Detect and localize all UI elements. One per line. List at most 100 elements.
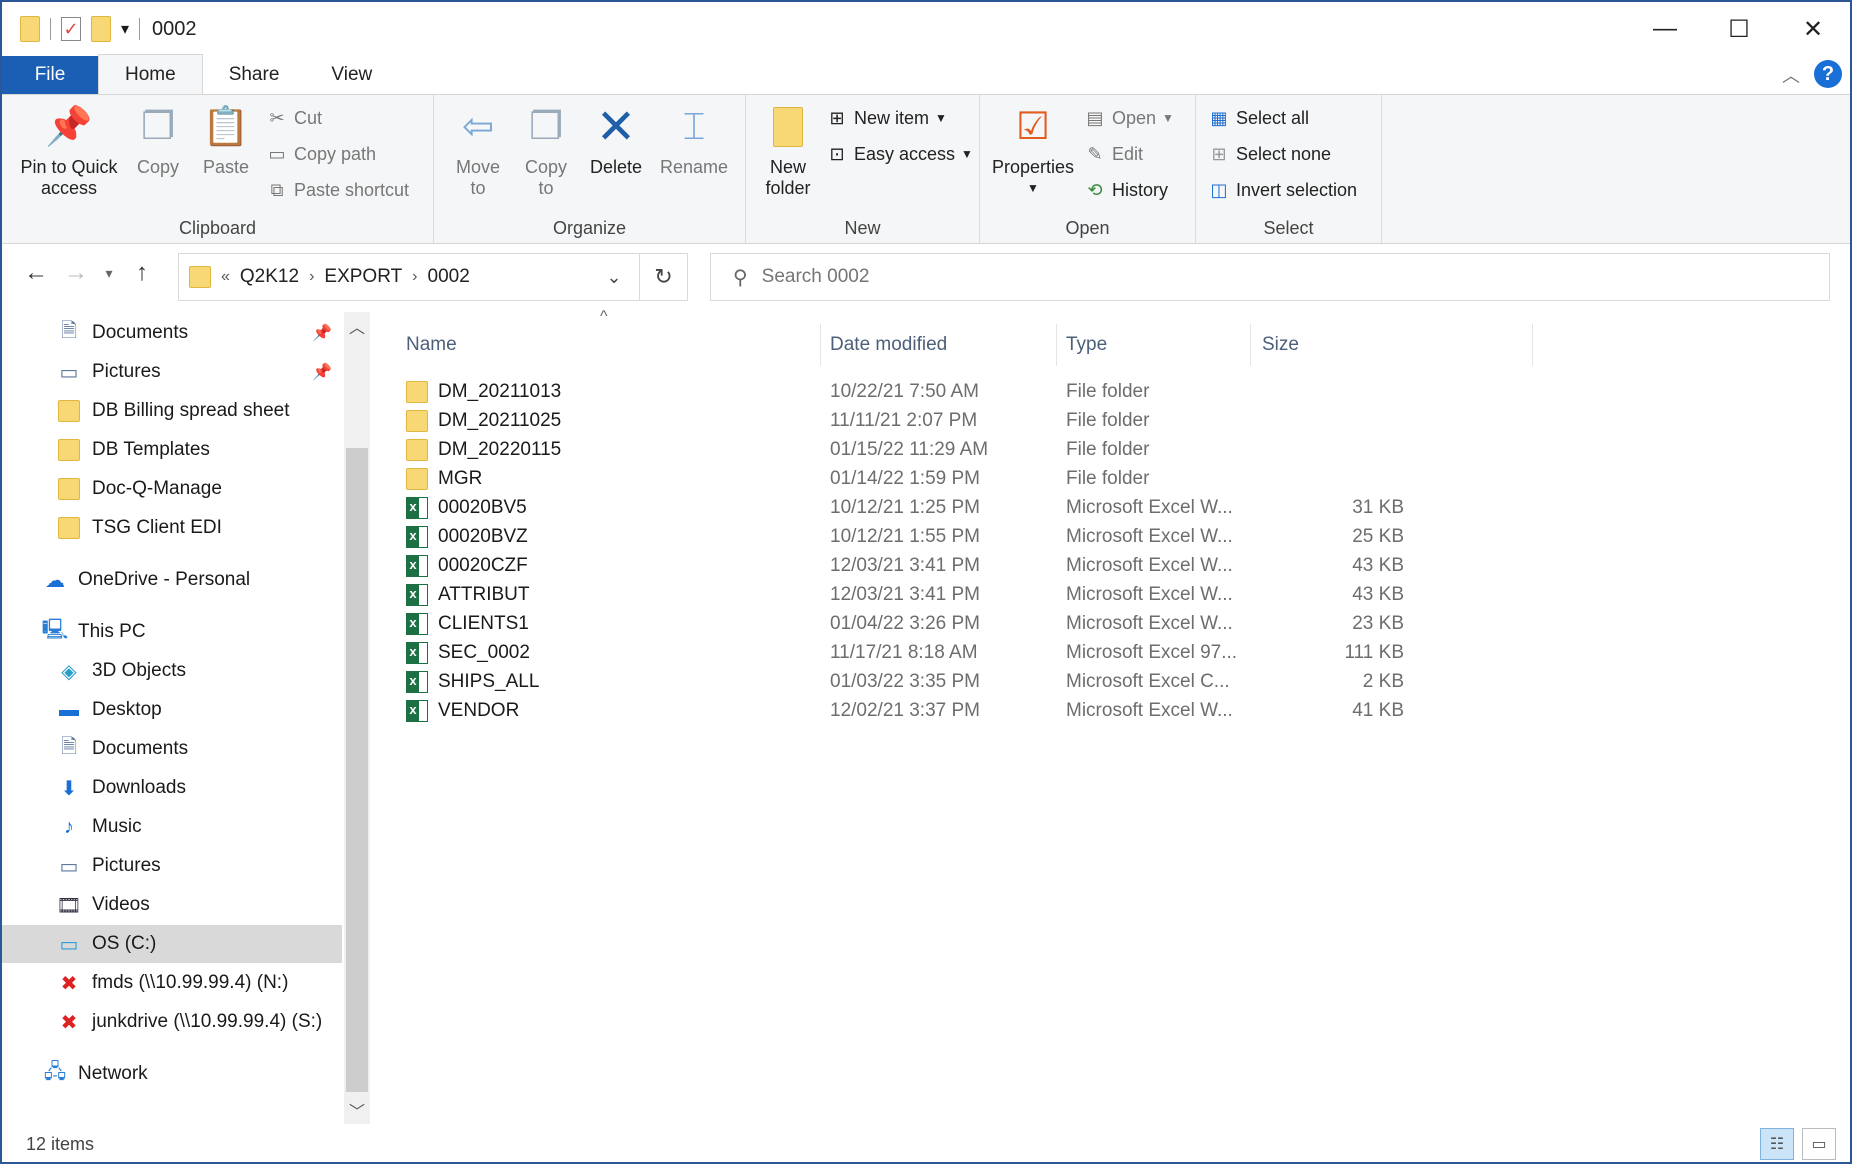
select-all-button[interactable]: ▦ Select all	[1208, 107, 1309, 129]
cut-button[interactable]: ✂ Cut	[266, 107, 322, 129]
refresh-icon[interactable]: ↻	[639, 254, 687, 300]
nav-item-3d-objects[interactable]: ◈ 3D Objects	[2, 652, 342, 690]
folder-icon	[406, 468, 428, 490]
file-type-cell: File folder	[1066, 439, 1150, 460]
nav-item-label: Pictures	[92, 361, 161, 382]
copy-path-button[interactable]: ▭ Copy path	[266, 143, 376, 165]
nav-item-junkdrive[interactable]: ✖ junkdrive (\\10.99.99.4) (S:)	[2, 1003, 342, 1041]
column-divider[interactable]	[1250, 324, 1251, 366]
nav-scrollbar[interactable]: ︿ ﹀	[344, 312, 370, 1124]
nav-item-music[interactable]: ♪ Music	[2, 808, 342, 846]
invert-selection-button[interactable]: ◫ Invert selection	[1208, 179, 1357, 201]
network-drive-disconnected-icon: ✖	[60, 972, 78, 995]
nav-item-doc-q-manage[interactable]: Doc-Q-Manage	[2, 470, 342, 508]
file-name: ATTRIBUT	[438, 584, 530, 605]
open-button[interactable]: ▤ Open ▼	[1084, 107, 1173, 129]
column-divider[interactable]	[1532, 324, 1533, 366]
copy-to-button[interactable]: ❐ Copy to	[516, 105, 576, 199]
onedrive-cloud-icon: ☁	[45, 569, 65, 592]
forward-arrow-icon[interactable]: →	[56, 259, 96, 287]
customize-toolbar-chevron-icon[interactable]: ▾	[121, 19, 129, 39]
scrollbar-thumb[interactable]	[346, 448, 368, 1092]
search-input[interactable]	[761, 266, 1662, 288]
column-header-size[interactable]: Size	[1262, 324, 1442, 366]
nav-item-db-templates[interactable]: DB Templates	[2, 431, 342, 469]
table-row[interactable]: VENDOR 12/02/21 3:37 PM Microsoft Excel W.…	[386, 694, 1526, 728]
breadcrumb-item[interactable]: 0002	[428, 266, 470, 288]
column-divider[interactable]	[820, 324, 821, 366]
properties-button[interactable]: ☑ Properties ▼	[988, 105, 1078, 199]
tab-home[interactable]: Home	[98, 54, 203, 94]
delete-button[interactable]: ✕ Delete	[584, 103, 648, 178]
file-date-cell: 10/12/21 1:25 PM	[830, 497, 980, 518]
nav-item-network[interactable]: 🖧 Network	[2, 1055, 342, 1093]
nav-item-downloads[interactable]: ⬇ Downloads	[2, 769, 342, 807]
nav-item-videos[interactable]: 🎞 Videos	[2, 886, 342, 924]
column-header-name[interactable]: Name	[406, 324, 826, 366]
maximize-button[interactable]: ☐	[1702, 2, 1776, 56]
file-name: 00020CZF	[438, 555, 528, 576]
file-name: 00020BV5	[438, 497, 527, 518]
nav-item-documents[interactable]: 🗎 Documents	[2, 730, 342, 768]
close-button[interactable]: ✕	[1776, 2, 1850, 56]
select-none-button[interactable]: ⊞ Select none	[1208, 143, 1331, 165]
scroll-down-arrow-icon[interactable]: ﹀	[344, 1098, 370, 1122]
tab-file[interactable]: File	[2, 56, 98, 94]
nav-item-onedrive[interactable]: ☁ OneDrive - Personal	[2, 561, 342, 599]
breadcrumb-item[interactable]: EXPORT	[324, 266, 402, 288]
nav-item-tsg-client-edi[interactable]: TSG Client EDI	[2, 509, 342, 547]
nav-item-label: Network	[78, 1063, 148, 1084]
paste-shortcut-button[interactable]: ⧉ Paste shortcut	[266, 179, 410, 201]
tab-share[interactable]: Share	[203, 56, 306, 94]
nav-item-fmds-drive[interactable]: ✖ fmds (\\10.99.99.4) (N:)	[2, 964, 342, 1002]
copy-button[interactable]: ❐ Copy	[130, 105, 186, 178]
help-icon[interactable]: ?	[1814, 60, 1842, 88]
nav-item-db-billing[interactable]: DB Billing spread sheet	[2, 392, 342, 430]
large-icons-view-icon[interactable]: ▭	[1802, 1128, 1836, 1160]
new-item-button[interactable]: ⊞ New item ▼	[826, 107, 946, 129]
nav-item-os-c[interactable]: ▭ OS (C:)	[2, 925, 342, 963]
pin-icon[interactable]: 📌	[312, 323, 332, 343]
address-dropdown-chevron-icon[interactable]: ⌄	[589, 254, 639, 300]
properties-check-icon[interactable]: ✓	[61, 17, 81, 41]
nav-item-pictures[interactable]: ▭ Pictures	[2, 847, 342, 885]
nav-item-desktop[interactable]: ▬ Desktop	[2, 691, 342, 729]
collapse-ribbon-chevron-icon[interactable]: ︿	[1782, 62, 1800, 88]
pin-to-quick-access-button[interactable]: 📌 Pin to Quick access	[14, 105, 124, 199]
minimize-button[interactable]: —	[1628, 2, 1702, 56]
breadcrumb-item[interactable]: Q2K12	[240, 266, 299, 288]
paste-button[interactable]: 📋 Paste	[196, 105, 256, 178]
nav-item-documents-quick[interactable]: 🗎 Documents 📌	[2, 314, 342, 352]
tab-view[interactable]: View	[305, 56, 398, 94]
rename-button[interactable]: ⌶ Rename	[656, 105, 732, 178]
chevron-right-icon[interactable]: ›	[309, 268, 314, 286]
excel-file-icon	[406, 613, 428, 635]
file-list: ^ Name Date modified Type Size DM_202110…	[386, 308, 1846, 1124]
details-view-icon[interactable]: ☷	[1760, 1128, 1794, 1160]
recent-locations-chevron-icon[interactable]: ▾	[96, 265, 122, 282]
edit-button[interactable]: ✎ Edit	[1084, 143, 1143, 165]
nav-item-label: This PC	[78, 621, 146, 642]
file-size-cell: 111 KB	[1344, 642, 1404, 663]
drive-icon: ▭	[59, 933, 79, 956]
new-folder-icon[interactable]	[91, 16, 111, 42]
move-to-button[interactable]: ⇦ Move to	[448, 105, 508, 199]
column-header-date-modified[interactable]: Date modified	[830, 324, 1050, 366]
column-divider[interactable]	[1056, 324, 1057, 366]
scroll-up-arrow-icon[interactable]: ︿	[344, 314, 370, 338]
nav-item-pictures-quick[interactable]: ▭ Pictures 📌	[2, 353, 342, 391]
address-overflow[interactable]: «	[221, 268, 230, 286]
history-button[interactable]: ⟲ History	[1084, 179, 1168, 201]
file-name: MGR	[438, 468, 483, 489]
pin-icon[interactable]: 📌	[312, 362, 332, 382]
file-name: VENDOR	[438, 700, 520, 721]
column-header-type[interactable]: Type	[1066, 324, 1246, 366]
nav-item-this-pc[interactable]: 🖳 This PC	[2, 613, 342, 651]
up-arrow-icon[interactable]: ↑	[122, 259, 162, 287]
easy-access-button[interactable]: ⊡ Easy access ▼	[826, 143, 972, 165]
back-arrow-icon[interactable]: ←	[16, 259, 56, 287]
search-box[interactable]: ⚲	[710, 253, 1830, 301]
address-bar[interactable]: « Q2K12 › EXPORT › 0002 ⌄ ↻	[178, 253, 688, 301]
chevron-right-icon[interactable]: ›	[412, 268, 417, 286]
new-folder-button[interactable]: New folder	[756, 105, 820, 199]
